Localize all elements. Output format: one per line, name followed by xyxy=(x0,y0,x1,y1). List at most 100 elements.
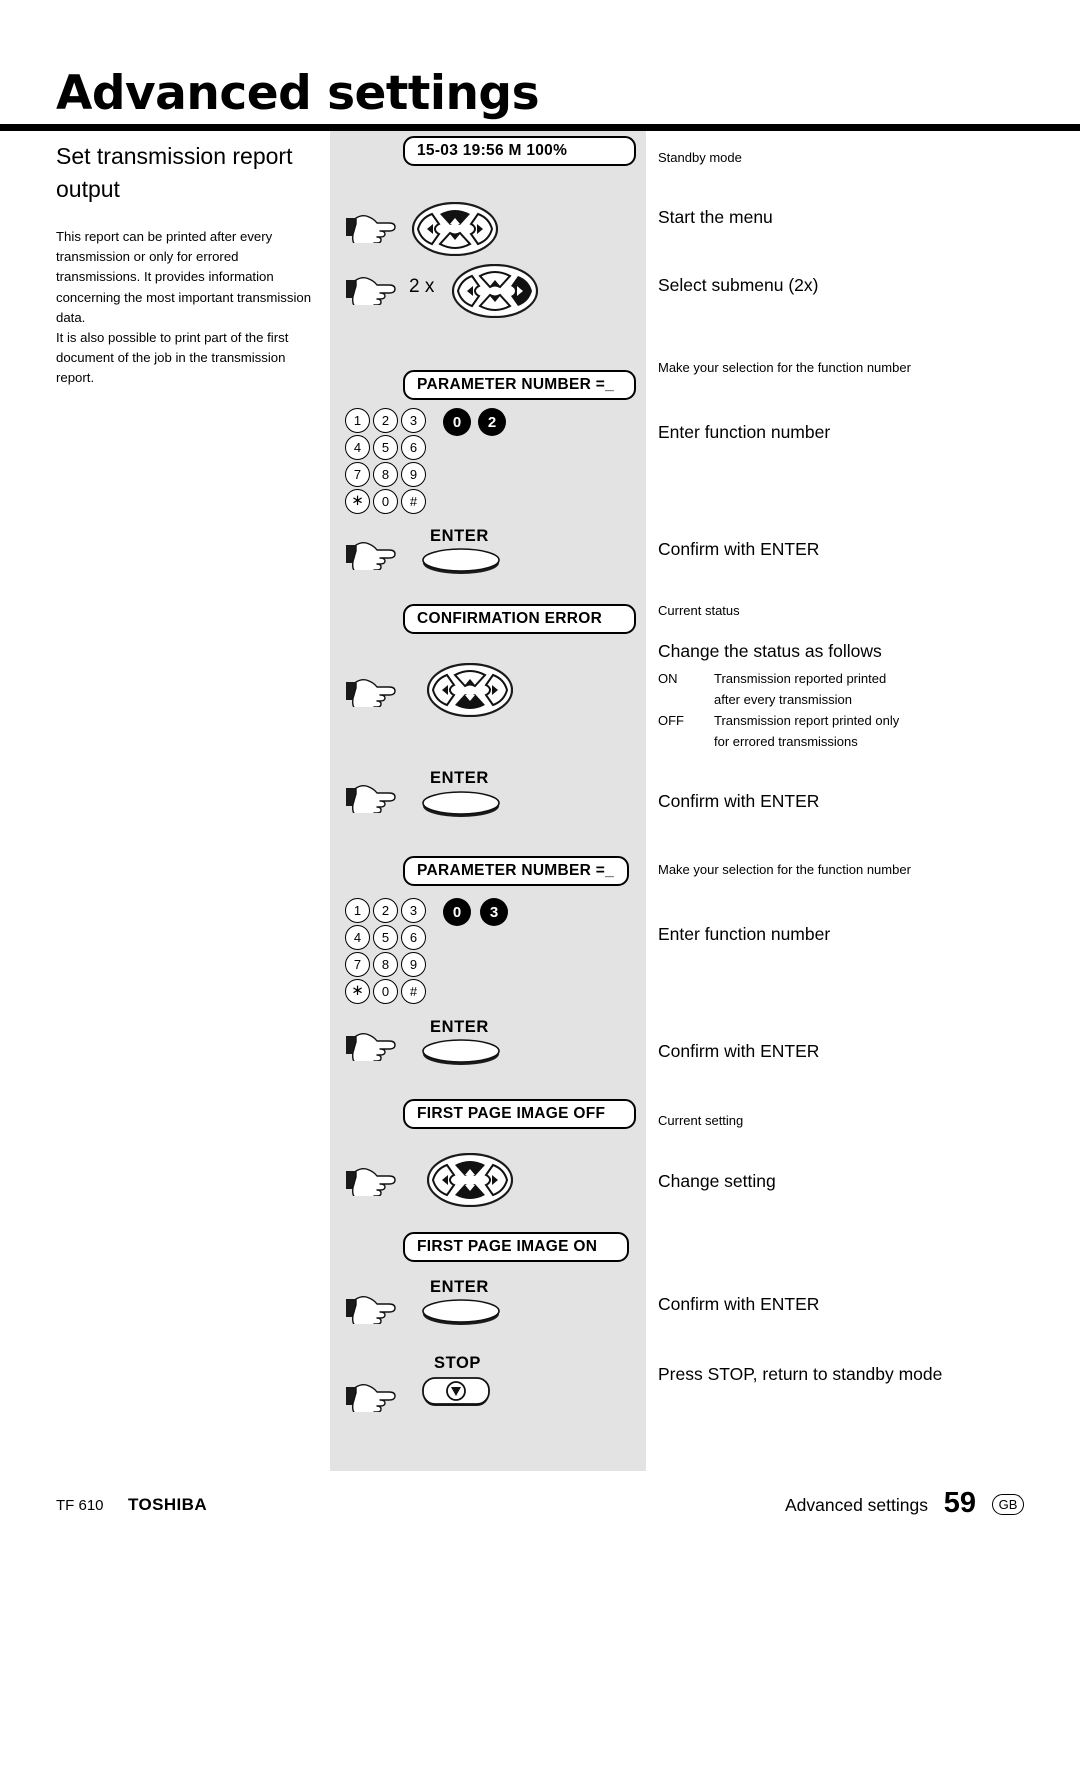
enter-button-2[interactable] xyxy=(421,789,501,819)
step-confirm-enter-2: Confirm with ENTER xyxy=(658,791,820,811)
pointing-hand-icon-7 xyxy=(345,1162,399,1196)
stop-button-label: STOP xyxy=(434,1354,482,1372)
section-title: Set transmission report output xyxy=(56,143,293,202)
status-desc-on: Transmission reported printed xyxy=(714,671,887,686)
step-start-menu: Start the menu xyxy=(658,207,773,227)
enter-button-4[interactable] xyxy=(421,1297,501,1327)
footer-brand: TOSHIBA xyxy=(128,1495,207,1514)
step-enter-function-1: Enter function number xyxy=(658,422,831,442)
lcd-confirmation-error: CONFIRMATION ERROR xyxy=(403,604,636,634)
key-3[interactable]: 3 xyxy=(401,898,426,923)
lcd-parameter-number-2: PARAMETER NUMBER =_ xyxy=(403,856,629,886)
highlighted-key-0-step2[interactable]: 0 xyxy=(443,898,471,926)
key-4[interactable]: 4 xyxy=(345,435,370,460)
enter-button-label-2: ENTER xyxy=(430,769,489,787)
enter-button-1[interactable] xyxy=(421,546,501,576)
key-star[interactable]: ∗ xyxy=(345,979,370,1004)
pointing-hand-icon-6 xyxy=(345,1027,399,1061)
keypad-2[interactable]: 1 2 3 4 5 6 7 8 9 ∗ 0 # xyxy=(345,898,428,1006)
key-8[interactable]: 8 xyxy=(373,462,398,487)
key-5[interactable]: 5 xyxy=(373,925,398,950)
key-hash[interactable]: # xyxy=(401,489,426,514)
enter-button-label-3: ENTER xyxy=(430,1018,489,1036)
navigation-pad-up-icon-2[interactable] xyxy=(427,1153,513,1207)
step-current-status: Current status xyxy=(658,603,740,618)
step-change-setting: Change setting xyxy=(658,1171,776,1191)
step-current-setting: Current setting xyxy=(658,1113,744,1128)
highlighted-key-3-step2[interactable]: 3 xyxy=(480,898,508,926)
keypad-1[interactable]: 1 2 3 4 5 6 7 8 9 ∗ 0 # xyxy=(345,408,428,516)
status-desc-off: Transmission report printed only xyxy=(714,713,900,728)
lcd-first-page-image-off: FIRST PAGE IMAGE OFF xyxy=(403,1099,636,1129)
step-change-status: Change the status as follows xyxy=(658,641,882,661)
step-confirm-enter-4: Confirm with ENTER xyxy=(658,1294,820,1314)
key-4[interactable]: 4 xyxy=(345,925,370,950)
step-confirm-enter-1: Confirm with ENTER xyxy=(658,539,820,559)
pointing-hand-icon-8 xyxy=(345,1290,399,1324)
key-1[interactable]: 1 xyxy=(345,408,370,433)
step-enter-function-2: Enter function number xyxy=(658,924,831,944)
key-5[interactable]: 5 xyxy=(373,435,398,460)
step-make-selection-1: Make your selection for the function num… xyxy=(658,360,911,375)
enter-button-label-4: ENTER xyxy=(430,1278,489,1296)
page-title: Advanced settings xyxy=(56,66,540,121)
footer-model: TF 610 xyxy=(56,1497,104,1514)
key-1[interactable]: 1 xyxy=(345,898,370,923)
key-9[interactable]: 9 xyxy=(401,952,426,977)
key-7[interactable]: 7 xyxy=(345,952,370,977)
footer-divider xyxy=(56,1487,1024,1488)
footer-section: Advanced settings xyxy=(784,1495,928,1515)
key-8[interactable]: 8 xyxy=(373,952,398,977)
step-make-selection-2: Make your selection for the function num… xyxy=(658,862,911,877)
step-confirm-enter-3: Confirm with ENTER xyxy=(658,1041,820,1061)
key-star[interactable]: ∗ xyxy=(345,489,370,514)
pointing-hand-icon-4 xyxy=(345,673,399,707)
status-key-on: ON xyxy=(658,671,678,686)
lcd-standby-display: 15-03 19:56 M 100% xyxy=(403,136,636,166)
footer-region-badge: GB xyxy=(992,1494,1024,1515)
stop-button[interactable] xyxy=(421,1376,491,1412)
highlighted-key-0-step1[interactable]: 0 xyxy=(443,408,471,436)
intro-paragraph-2: It is also possible to print part of the… xyxy=(56,329,289,385)
keypad-grid-2: 1 2 3 4 5 6 7 8 9 ∗ 0 # xyxy=(345,898,428,1006)
highlighted-key-2-step1[interactable]: 2 xyxy=(478,408,506,436)
key-6[interactable]: 6 xyxy=(401,925,426,950)
key-9[interactable]: 9 xyxy=(401,462,426,487)
key-3[interactable]: 3 xyxy=(401,408,426,433)
intro-paragraph-1: This report can be printed after every t… xyxy=(56,229,312,325)
pointing-hand-icon-9 xyxy=(345,1378,399,1412)
repeat-count-label: 2 x xyxy=(409,276,435,297)
footer-page-number: 59 xyxy=(943,1487,976,1519)
status-desc-off-cont: for errored transmissions xyxy=(714,733,858,749)
enter-button-3[interactable] xyxy=(421,1037,501,1067)
status-desc-on-cont: after every transmission xyxy=(714,691,852,707)
step-standby-mode: Standby mode xyxy=(658,150,742,165)
key-hash[interactable]: # xyxy=(401,979,426,1004)
lcd-first-page-image-on: FIRST PAGE IMAGE ON xyxy=(403,1232,629,1262)
manual-page: Advanced settings Set transmission repor… xyxy=(0,0,1080,1773)
pointing-hand-icon-5 xyxy=(345,779,399,813)
enter-button-label-1: ENTER xyxy=(430,527,489,545)
keypad-grid-1: 1 2 3 4 5 6 7 8 9 ∗ 0 # xyxy=(345,408,428,516)
pointing-hand-icon-2 xyxy=(345,271,399,305)
key-6[interactable]: 6 xyxy=(401,435,426,460)
status-row-off: OFF Transmission report printed only xyxy=(658,711,1034,731)
left-column: Set transmission report output This repo… xyxy=(56,140,318,388)
key-2[interactable]: 2 xyxy=(373,898,398,923)
lcd-parameter-number-1: PARAMETER NUMBER =_ xyxy=(403,370,636,400)
key-7[interactable]: 7 xyxy=(345,462,370,487)
navigation-pad-right-icon[interactable] xyxy=(452,264,538,318)
key-2[interactable]: 2 xyxy=(373,408,398,433)
intro-text: This report can be printed after every t… xyxy=(56,227,318,388)
pointing-hand-icon-1 xyxy=(345,209,399,243)
step-press-stop: Press STOP, return to standby mode xyxy=(658,1364,943,1384)
status-key-off: OFF xyxy=(658,713,684,728)
key-0[interactable]: 0 xyxy=(373,979,398,1004)
pointing-hand-icon-3 xyxy=(345,536,399,570)
status-row-on: ON Transmission reported printed xyxy=(658,669,1034,689)
navigation-pad-down-icon[interactable] xyxy=(427,663,513,717)
title-divider xyxy=(0,124,1080,131)
key-0[interactable]: 0 xyxy=(373,489,398,514)
navigation-pad-up-icon[interactable] xyxy=(412,202,498,256)
status-options-table: ON Transmission reported printed after e… xyxy=(658,669,1034,751)
